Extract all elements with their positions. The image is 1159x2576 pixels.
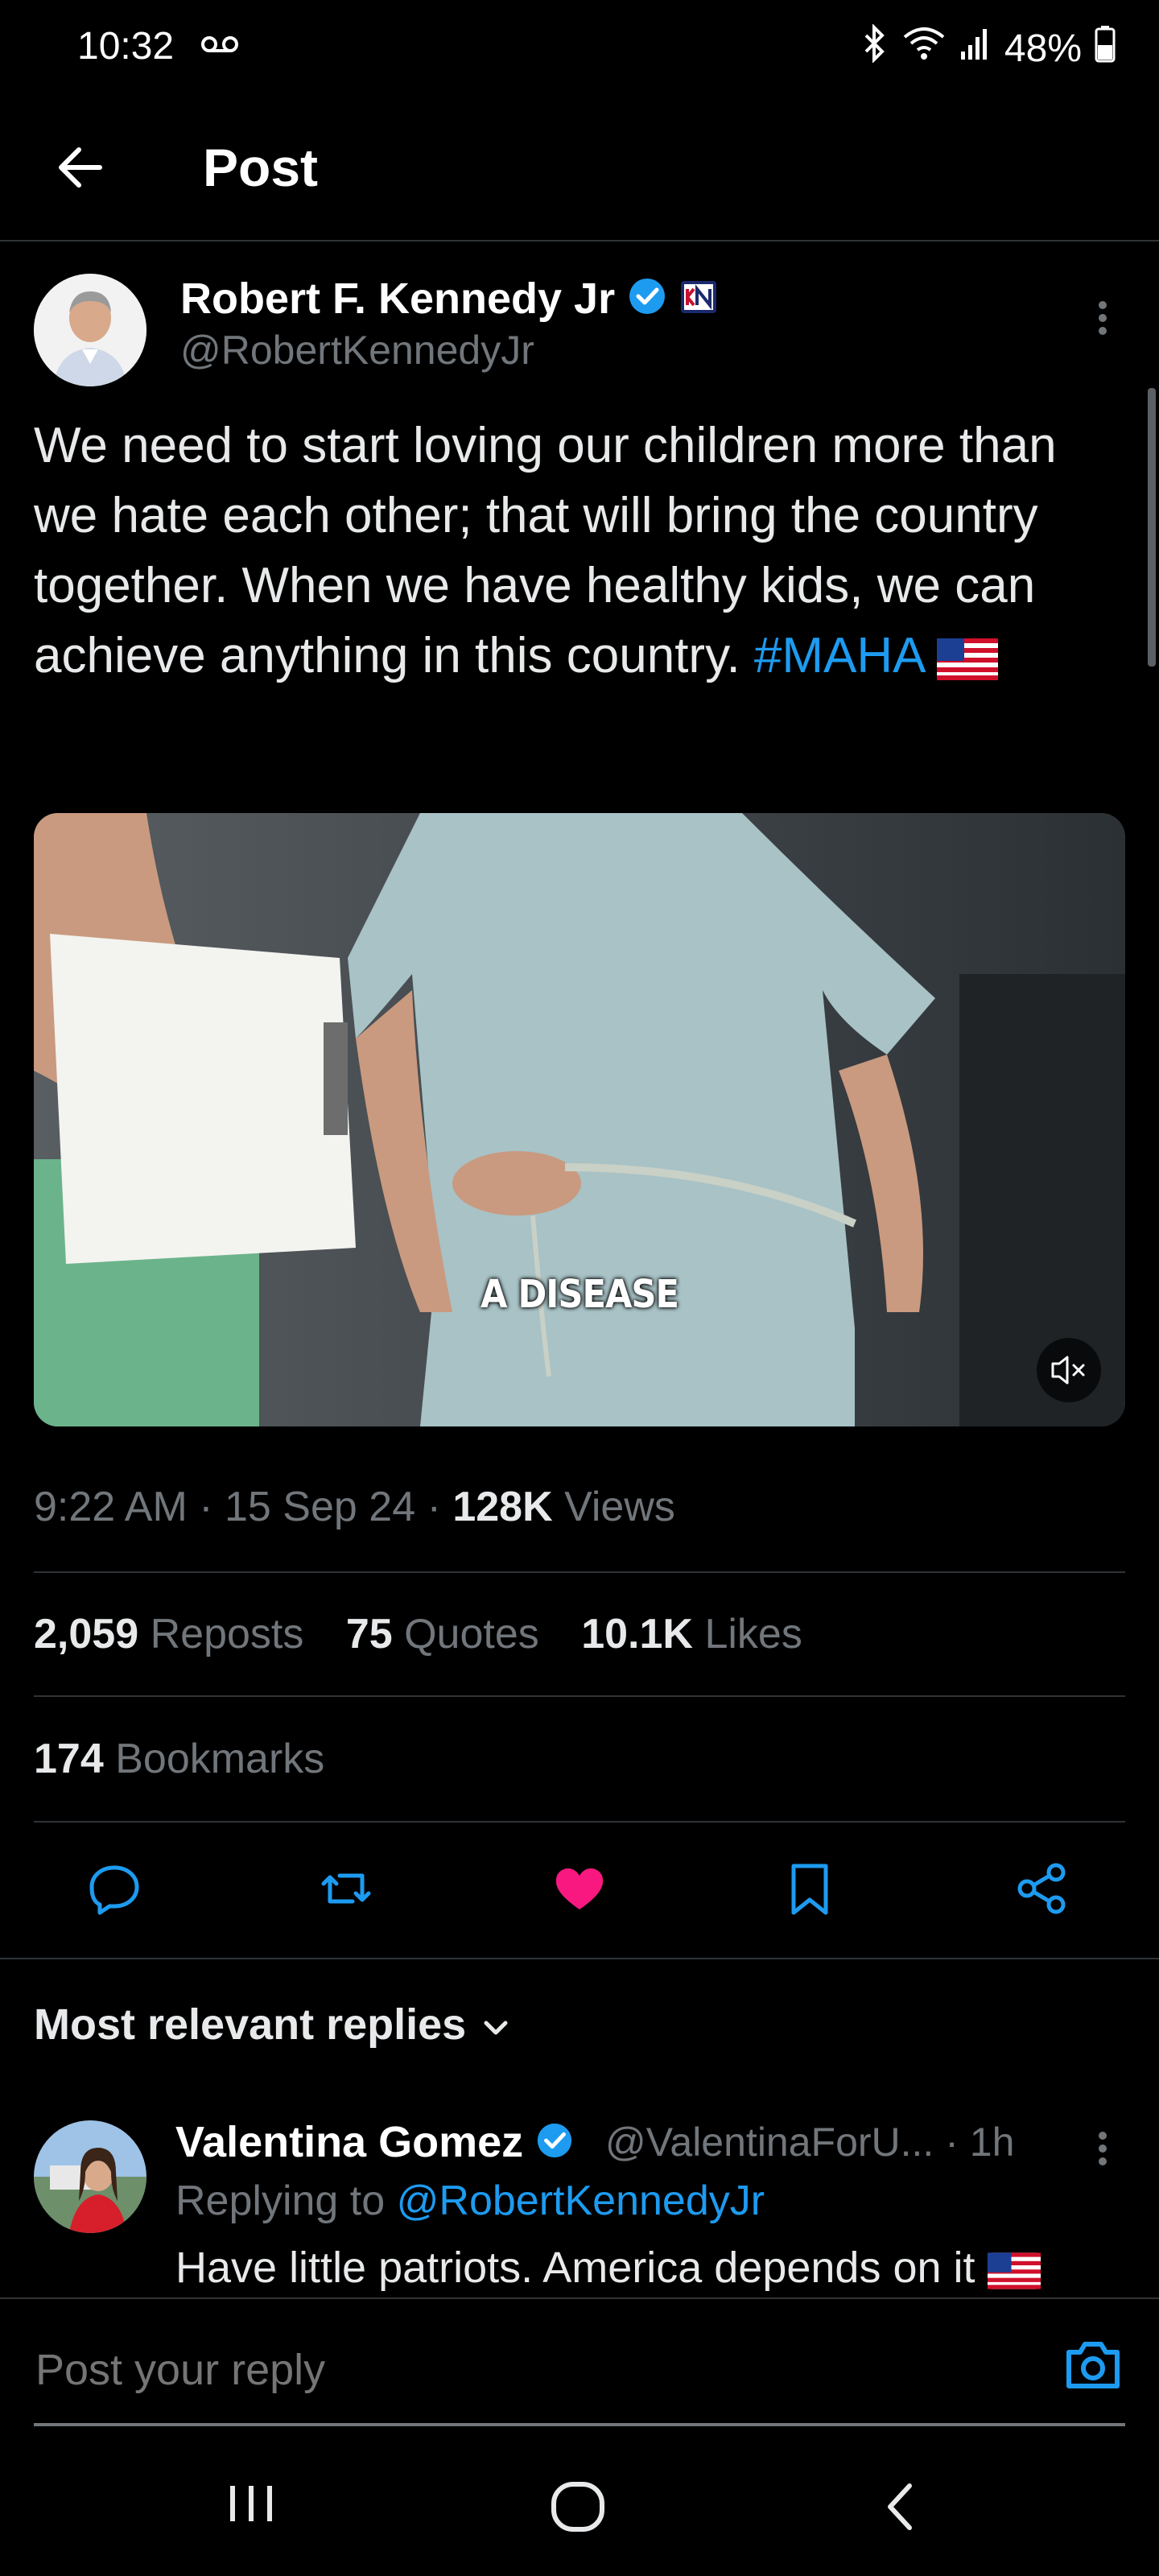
hashtag-link[interactable]: #MAHA (754, 628, 923, 683)
bookmark-icon (791, 1864, 828, 1915)
quotes-stat[interactable]: 75 Quotes (346, 1611, 539, 1657)
author-avatar[interactable] (34, 274, 146, 386)
likes-count: 10.1K (581, 1611, 693, 1657)
back-arrow-icon[interactable] (50, 135, 114, 200)
scrollbar[interactable] (1148, 388, 1156, 667)
reply-composer (0, 2297, 1159, 2428)
reply-button[interactable] (85, 1860, 143, 1918)
home-icon[interactable] (546, 2475, 610, 2539)
author-handle[interactable]: @RobertKennedyJr (180, 327, 534, 374)
post-meta: 9:22 AM · 15 Sep 24 · 128K Views (34, 1484, 675, 1530)
quotes-label: Quotes (404, 1611, 539, 1657)
status-bar: 10:32 48% (0, 0, 1159, 105)
chevron-down-icon (478, 2000, 514, 2049)
camera-icon[interactable] (1061, 2333, 1125, 2397)
bookmarks-stat[interactable]: 174 Bookmarks (34, 1735, 324, 1783)
quotes-count: 75 (345, 1611, 393, 1657)
video-player[interactable]: A DISEASE (34, 813, 1125, 1426)
verified-badge-icon (627, 276, 667, 327)
signal-icon (959, 26, 992, 71)
reply-time: · 1h (945, 2120, 1015, 2165)
reply-body: Have little patriots. America depends on… (175, 2244, 975, 2292)
post-time: 9:22 AM (34, 1484, 188, 1530)
engagement-stats: 2,059 Reposts 75 Quotes 10.1K Likes (34, 1610, 833, 1658)
status-time: 10:32 (77, 25, 175, 68)
voicemail-icon (200, 32, 240, 60)
back-nav-icon[interactable] (877, 2476, 926, 2537)
recent-apps-icon[interactable] (222, 2479, 280, 2528)
replying-to-link[interactable]: @RobertKennedyJr (397, 2178, 765, 2224)
reposts-label: Reposts (150, 1611, 304, 1657)
replies-sort-dropdown[interactable]: Most relevant replies (34, 2000, 514, 2050)
divider (34, 1571, 1125, 1573)
reply-avatar[interactable] (34, 2120, 146, 2233)
repost-button[interactable] (317, 1860, 375, 1918)
bookmarks-count: 174 (34, 1736, 104, 1782)
header-divider (0, 240, 1159, 242)
speaker-muted-icon (1051, 1356, 1085, 1385)
replies-sort-label: Most relevant replies (34, 2000, 467, 2049)
reposts-stat[interactable]: 2,059 Reposts (34, 1611, 303, 1657)
battery-icon (1095, 24, 1116, 72)
reposts-count: 2,059 (34, 1611, 139, 1657)
mute-button[interactable] (1037, 1338, 1101, 1402)
battery-percent: 48% (1004, 27, 1082, 70)
replying-to-prefix: Replying to (175, 2178, 386, 2224)
more-options-icon[interactable] (1095, 296, 1111, 340)
reply-icon (89, 1865, 139, 1915)
views-count: 128K (452, 1484, 553, 1530)
wifi-icon (901, 24, 947, 72)
post-date: 15 Sep 24 (225, 1484, 416, 1530)
reply-author-handle[interactable]: @ValentinaForU... (605, 2120, 934, 2165)
like-button[interactable] (551, 1860, 608, 1918)
divider (34, 1695, 1125, 1697)
author-name-text[interactable]: Robert F. Kennedy Jr (180, 275, 615, 323)
reply-input[interactable] (34, 2344, 1003, 2396)
divider (0, 1958, 1159, 1959)
bookmarks-label: Bookmarks (115, 1736, 325, 1782)
affiliation-badge-icon (679, 277, 718, 327)
us-flag-icon (937, 628, 999, 683)
us-flag-icon (987, 2244, 1041, 2292)
video-frame (34, 813, 1125, 1426)
author-name[interactable]: Robert F. Kennedy Jr (180, 274, 718, 327)
share-icon (1017, 1863, 1066, 1914)
reply-author-name[interactable]: Valentina Gomez (175, 2118, 523, 2166)
divider (34, 1821, 1125, 1823)
bookmark-button[interactable] (781, 1860, 839, 1918)
reply-author[interactable]: Valentina Gomez (175, 2117, 574, 2170)
reply-more-options-icon[interactable] (1095, 2127, 1111, 2170)
likes-stat[interactable]: 10.1K Likes (581, 1611, 802, 1657)
reply-text: Have little patriots. America depends on… (175, 2243, 1041, 2293)
video-caption: A DISEASE (481, 1272, 679, 1317)
bluetooth-icon (860, 23, 889, 72)
repost-icon (321, 1873, 371, 1904)
page-title: Post (203, 138, 319, 197)
replying-to: Replying to @RobertKennedyJr (175, 2177, 765, 2225)
post-text: We need to start loving our children mor… (34, 411, 1112, 691)
status-right: 48% (860, 23, 1116, 72)
heart-icon (555, 1868, 604, 1909)
views-label: Views (564, 1484, 675, 1530)
verified-badge-icon (535, 2120, 574, 2170)
share-button[interactable] (1013, 1860, 1070, 1918)
likes-label: Likes (704, 1611, 802, 1657)
system-nav-bar (0, 2426, 1159, 2576)
reply-handle-line: @ValentinaForU... · 1h (605, 2119, 1014, 2165)
